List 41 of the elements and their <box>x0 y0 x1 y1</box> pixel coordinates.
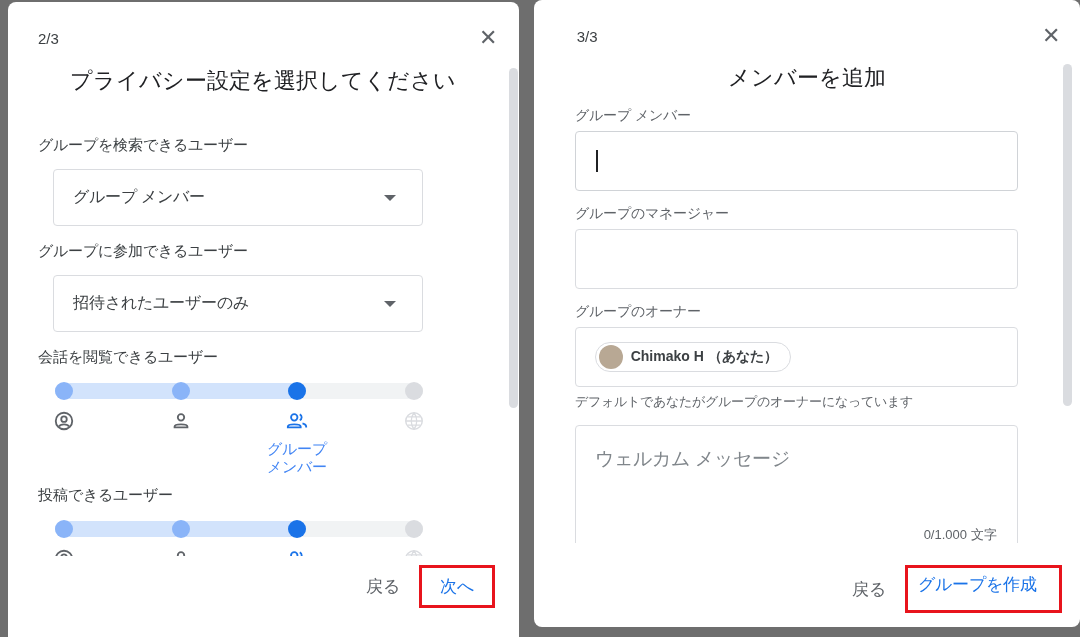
scrollbar[interactable] <box>509 68 518 408</box>
slider-label: 会話を閲覧できるユーザー <box>38 348 219 367</box>
dialog-title: プライバシー設定を選択してください <box>69 67 458 95</box>
slider-stop[interactable] <box>55 382 73 400</box>
dropdown[interactable]: 招待されたユーザーのみ <box>53 275 423 332</box>
slider-thumb[interactable] <box>288 382 307 400</box>
field-label: グループのマネージャー <box>574 205 730 223</box>
back-button[interactable]: 戻る <box>354 565 411 608</box>
slider-thumb[interactable] <box>288 520 307 538</box>
owner-field[interactable]: Chimako H （あなた） <box>574 327 1018 387</box>
slider-stop[interactable] <box>405 520 423 538</box>
close-button[interactable]: ✕ <box>1042 25 1060 47</box>
step-counter: 2/3 <box>38 29 59 47</box>
slider-track[interactable] <box>55 382 423 400</box>
close-button[interactable]: ✕ <box>478 27 497 49</box>
input-field[interactable] <box>574 229 1018 289</box>
account-circle-icon[interactable] <box>53 410 75 432</box>
next-button[interactable]: 次へ <box>418 565 495 608</box>
selected-level-label: グループメンバー <box>266 440 329 476</box>
avatar <box>598 345 623 369</box>
dialog-title: メンバーを追加 <box>726 64 887 92</box>
globe-icon[interactable] <box>403 410 425 432</box>
step-counter: 3/3 <box>576 27 598 45</box>
back-button[interactable]: 戻る <box>841 567 897 611</box>
welcome-message-field[interactable]: ウェルカム メッセージ 0/1.000 文字 <box>574 425 1018 543</box>
scrollbar[interactable] <box>1062 64 1072 406</box>
helper-text: デフォルトであなたがグループのオーナーになっています <box>574 393 914 411</box>
dropdown[interactable]: グループ メンバー <box>53 169 423 226</box>
field-label: グループのオーナー <box>574 303 702 321</box>
field-label: グループに参加できるユーザー <box>38 242 249 261</box>
slider-track[interactable] <box>55 520 423 538</box>
slider-stop[interactable] <box>55 520 73 538</box>
character-counter: 0/1.000 文字 <box>923 526 997 543</box>
slider-stop[interactable] <box>405 382 423 400</box>
slider-label: 投稿できるユーザー <box>38 486 174 505</box>
field-label: グループを検索できるユーザー <box>38 136 249 155</box>
field-label: グループ メンバー <box>574 107 692 125</box>
next-button[interactable]: グループを作成 <box>905 565 1062 613</box>
caret-icon <box>384 300 396 307</box>
caret-icon <box>384 194 396 201</box>
input-field[interactable] <box>574 131 1018 191</box>
